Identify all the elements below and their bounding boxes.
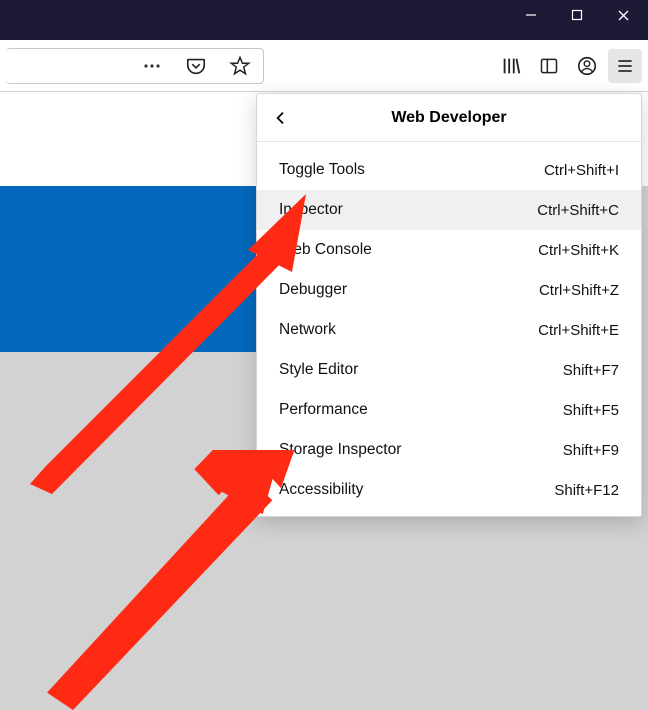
menu-item-style-editor[interactable]: Style Editor Shift+F7 xyxy=(257,350,641,390)
app-menu-button[interactable] xyxy=(608,49,642,83)
menu-item-network[interactable]: Network Ctrl+Shift+E xyxy=(257,310,641,350)
window-titlebar xyxy=(0,0,648,40)
star-icon xyxy=(229,55,251,77)
minimize-icon xyxy=(525,9,537,21)
menu-item-shortcut: Ctrl+Shift+K xyxy=(538,242,619,259)
library-icon xyxy=(500,55,522,77)
menu-item-debugger[interactable]: Debugger Ctrl+Shift+Z xyxy=(257,270,641,310)
url-bar[interactable] xyxy=(6,48,264,84)
menu-item-label: Web Console xyxy=(279,241,372,259)
menu-item-inspector[interactable]: Inspector Ctrl+Shift+C xyxy=(257,190,641,230)
menu-list: Toggle Tools Ctrl+Shift+I Inspector Ctrl+Sh… xyxy=(257,142,641,510)
menu-item-label: Storage Inspector xyxy=(279,441,401,459)
account-button[interactable] xyxy=(570,49,604,83)
menu-item-performance[interactable]: Performance Shift+F5 xyxy=(257,390,641,430)
menu-item-shortcut: Ctrl+Shift+Z xyxy=(539,282,619,299)
menu-header: Web Developer xyxy=(257,94,641,142)
menu-item-web-console[interactable]: Web Console Ctrl+Shift+K xyxy=(257,230,641,270)
close-button[interactable] xyxy=(600,0,646,30)
menu-item-shortcut: Ctrl+Shift+C xyxy=(537,202,619,219)
close-icon xyxy=(617,9,630,22)
chevron-left-icon xyxy=(273,110,289,126)
web-developer-menu: Web Developer Toggle Tools Ctrl+Shift+I In… xyxy=(256,93,642,517)
hamburger-menu-icon xyxy=(615,56,635,76)
menu-item-label: Performance xyxy=(279,401,368,419)
menu-title: Web Developer xyxy=(257,109,641,127)
browser-toolbar xyxy=(0,40,648,92)
menu-item-shortcut: Shift+F12 xyxy=(554,482,619,499)
maximize-icon xyxy=(571,9,583,21)
minimize-button[interactable] xyxy=(508,0,554,30)
pocket-icon xyxy=(185,55,207,77)
menu-back-button[interactable] xyxy=(267,104,295,132)
maximize-button[interactable] xyxy=(554,0,600,30)
library-button[interactable] xyxy=(494,49,528,83)
menu-item-shortcut: Ctrl+Shift+I xyxy=(544,162,619,179)
page-blue-band xyxy=(0,186,260,352)
menu-item-shortcut: Shift+F5 xyxy=(563,402,619,419)
menu-item-toggle-tools[interactable]: Toggle Tools Ctrl+Shift+I xyxy=(257,150,641,190)
page-actions-icon[interactable] xyxy=(135,49,169,83)
menu-item-label: Debugger xyxy=(279,281,347,299)
account-icon xyxy=(576,55,598,77)
more-horizontal-icon xyxy=(142,56,162,76)
menu-item-shortcut: Shift+F7 xyxy=(563,362,619,379)
menu-item-storage-inspector[interactable]: Storage Inspector Shift+F9 xyxy=(257,430,641,470)
menu-item-label: Toggle Tools xyxy=(279,161,365,179)
menu-item-label: Accessibility xyxy=(279,481,363,499)
menu-item-label: Network xyxy=(279,321,336,339)
menu-item-shortcut: Ctrl+Shift+E xyxy=(538,322,619,339)
pocket-button[interactable] xyxy=(179,49,213,83)
menu-item-accessibility[interactable]: Accessibility Shift+F12 xyxy=(257,470,641,510)
menu-item-label: Inspector xyxy=(279,201,343,219)
menu-item-label: Style Editor xyxy=(279,361,358,379)
sidebar-button[interactable] xyxy=(532,49,566,83)
reader-sidebar-icon xyxy=(539,56,559,76)
menu-item-shortcut: Shift+F9 xyxy=(563,442,619,459)
bookmark-star-button[interactable] xyxy=(223,49,257,83)
